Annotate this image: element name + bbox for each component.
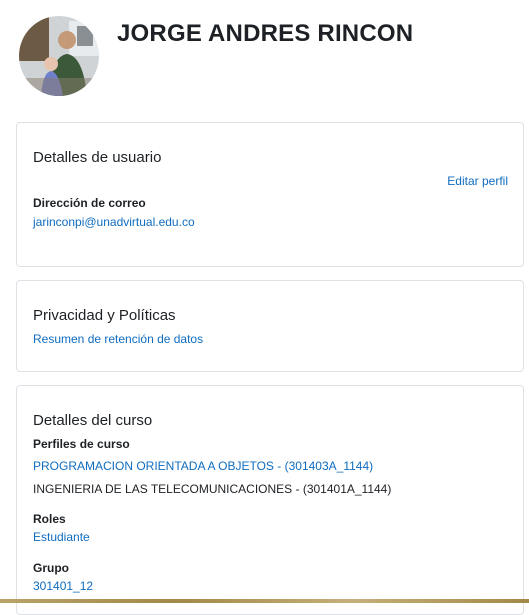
user-details-card: Detalles de usuario Editar perfil Direcc… [16,122,524,267]
privacy-title: Privacidad y Políticas [33,307,176,324]
course-profile-link[interactable]: PROGRAMACION ORIENTADA A OBJETOS - (3014… [33,459,373,473]
bottom-border [0,599,529,603]
group-link[interactable]: 301401_12 [33,579,93,593]
user-details-title: Detalles de usuario [33,149,162,166]
course-details-title: Detalles del curso [33,412,153,429]
roles-label: Roles [33,512,66,526]
email-label: Dirección de correo [33,196,146,210]
role-link[interactable]: Estudiante [33,530,90,544]
profile-header: JORGE ANDRES RINCON [0,0,529,110]
email-link[interactable]: jarinconpi@unadvirtual.edu.co [33,215,195,229]
edit-profile-link[interactable]: Editar perfil [447,174,508,188]
course-profile-text: INGENIERIA DE LAS TELECOMUNICACIONES - (… [33,482,392,496]
avatar [19,16,99,96]
data-retention-link[interactable]: Resumen de retención de datos [33,332,203,346]
course-profiles-label: Perfiles de curso [33,437,130,451]
user-full-name: JORGE ANDRES RINCON [117,20,414,47]
privacy-card: Privacidad y Políticas Resumen de retenc… [16,280,524,372]
avatar-photo [19,16,99,96]
course-details-card: Detalles del curso Perfiles de curso PRO… [16,385,524,615]
group-label: Grupo [33,561,69,575]
